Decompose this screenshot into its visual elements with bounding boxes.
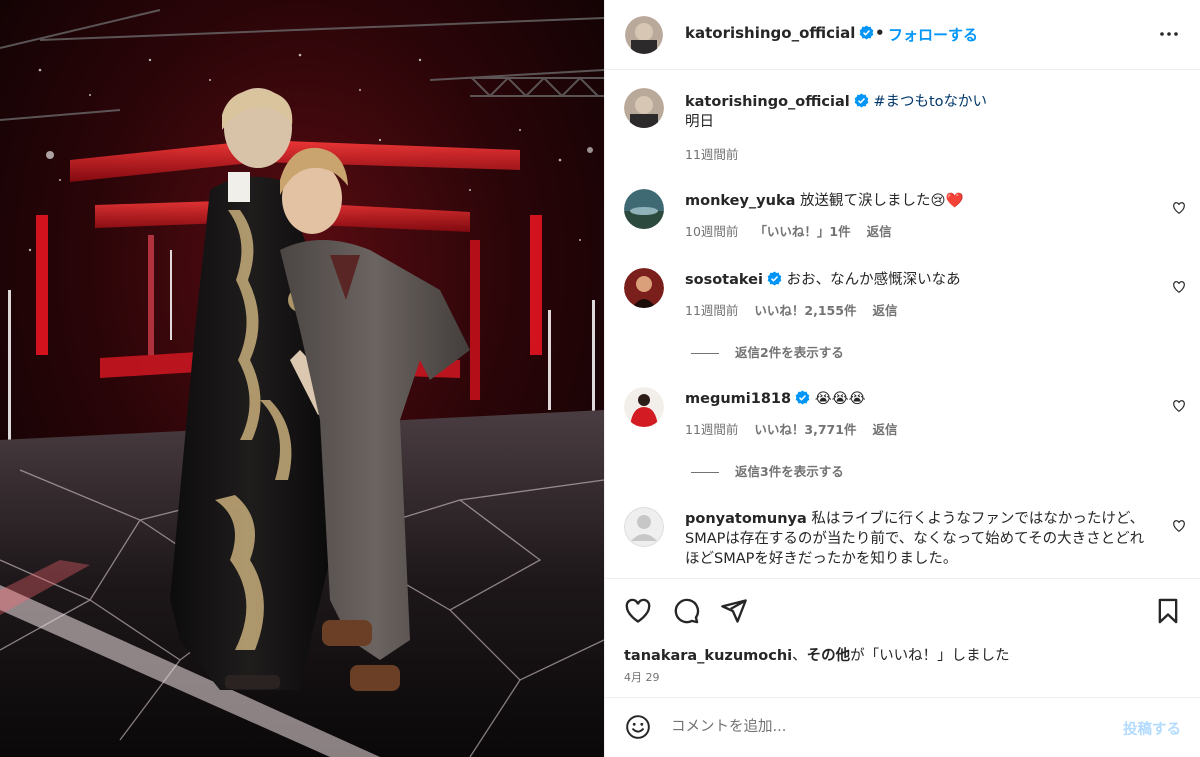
- like-heart-icon[interactable]: [624, 597, 652, 625]
- comment-meta: 11週間前 いいね！2,155件 返信: [685, 300, 913, 319]
- comment-avatar[interactable]: [624, 387, 664, 427]
- caption-avatar[interactable]: [624, 88, 664, 128]
- replies-divider-line: [691, 472, 719, 473]
- comment-likes[interactable]: 「いいね！」1件: [754, 224, 850, 239]
- post-caption: katorishingo_official #まつもtoなかい 明日 11週間前: [605, 88, 1200, 168]
- liked-by-others-link[interactable]: その他: [807, 648, 851, 664]
- share-icon[interactable]: [720, 597, 748, 625]
- view-replies-label[interactable]: 返信3件を表示する: [735, 464, 844, 479]
- comment-like-heart-icon[interactable]: [1172, 399, 1186, 413]
- comments-list[interactable]: katorishingo_official #まつもtoなかい 明日 11週間前: [605, 71, 1200, 578]
- comment-username[interactable]: megumi1818: [685, 391, 791, 407]
- author-username-text[interactable]: katorishingo_official: [685, 24, 855, 42]
- comment-avatar[interactable]: [624, 189, 664, 229]
- follow-button[interactable]: フォローする: [888, 24, 978, 45]
- header-separator: •: [875, 24, 885, 42]
- liked-by-separator: 、: [792, 648, 807, 664]
- post-actions: tanakara_kuzumochi、その他が「いいね！」しました 4月 29: [605, 578, 1200, 698]
- comment-text: 😭😭😭: [814, 391, 866, 407]
- comment-likes[interactable]: いいね！2,155件: [754, 303, 856, 318]
- comment-avatar-default[interactable]: [624, 507, 664, 547]
- view-replies-button[interactable]: 返信3件を表示する: [691, 461, 844, 480]
- liked-by-summary: tanakara_kuzumochi、その他が「いいね！」しました: [624, 644, 1010, 665]
- comment-text: 放送観て涙しました😢❤️: [800, 193, 964, 209]
- save-bookmark-icon[interactable]: [1154, 597, 1182, 625]
- comment-item: monkey_yuka 放送観て涙しました😢❤️ 10週間前 「いいね！」1件 返信: [605, 189, 1200, 249]
- emoji-icon[interactable]: [625, 714, 651, 740]
- comment-body: sosotakei おお、なんか感慨深いなあ: [685, 270, 1155, 290]
- reply-button[interactable]: 返信: [872, 303, 897, 318]
- caption-text: 明日: [685, 114, 714, 130]
- author-username[interactable]: katorishingo_official: [685, 24, 874, 42]
- post-image: [0, 0, 604, 757]
- comment-likes[interactable]: いいね！3,771件: [754, 422, 856, 437]
- comment-meta: 10週間前 「いいね！」1件 返信: [685, 221, 908, 240]
- add-comment-bar: 投稿する: [605, 697, 1200, 757]
- author-avatar[interactable]: [625, 16, 663, 54]
- post-photo[interactable]: [0, 0, 604, 757]
- comment-item: ponyatomunya 私はライブに行くようなファンではなかったけど、SMAP…: [605, 507, 1200, 578]
- post-date[interactable]: 4月 29: [624, 669, 660, 685]
- comment-username[interactable]: monkey_yuka: [685, 193, 795, 209]
- comment-time[interactable]: 10週間前: [685, 224, 738, 239]
- comment-item: megumi1818 😭😭😭 11週間前 いいね！3,771件 返信 返信3件を表示…: [605, 387, 1200, 487]
- verified-badge-icon: [860, 25, 874, 40]
- comment-time[interactable]: 11週間前: [685, 303, 738, 318]
- verified-badge-icon: [795, 390, 810, 405]
- more-options-icon[interactable]: [1157, 22, 1181, 46]
- comment-body: monkey_yuka 放送観て涙しました😢❤️: [685, 191, 1155, 211]
- reply-button[interactable]: 返信: [872, 422, 897, 437]
- liked-by-suffix: が「いいね！」しました: [850, 648, 1010, 664]
- verified-badge-icon: [854, 93, 869, 108]
- caption-meta: 11週間前: [685, 144, 754, 163]
- post-side-panel: katorishingo_official • フォローする katorishi…: [604, 0, 1200, 757]
- add-comment-input[interactable]: [671, 712, 1091, 742]
- comment-like-heart-icon[interactable]: [1172, 519, 1186, 533]
- caption-time[interactable]: 11週間前: [685, 147, 738, 162]
- view-replies-button[interactable]: 返信2件を表示する: [691, 342, 844, 361]
- comment-body: ponyatomunya 私はライブに行くようなファンではなかったけど、SMAP…: [685, 509, 1157, 569]
- comment-like-heart-icon[interactable]: [1172, 280, 1186, 294]
- caption-hashtag[interactable]: #まつもtoなかい: [873, 94, 987, 110]
- post-header: katorishingo_official • フォローする: [605, 0, 1200, 70]
- caption-username[interactable]: katorishingo_official: [685, 94, 850, 110]
- replies-divider-line: [691, 353, 719, 354]
- verified-badge-icon: [767, 271, 782, 286]
- reply-button[interactable]: 返信: [867, 224, 892, 239]
- comment-like-heart-icon[interactable]: [1172, 201, 1186, 215]
- comment-text: おお、なんか感慨深いなあ: [786, 272, 961, 288]
- post-comment-button[interactable]: 投稿する: [1123, 718, 1181, 739]
- caption-body: katorishingo_official #まつもtoなかい 明日: [685, 92, 1155, 132]
- comment-username[interactable]: ponyatomunya: [685, 511, 807, 527]
- comment-body: megumi1818 😭😭😭: [685, 389, 1155, 409]
- view-replies-label[interactable]: 返信2件を表示する: [735, 345, 844, 360]
- liked-by-username[interactable]: tanakara_kuzumochi: [624, 648, 792, 664]
- comment-meta: 11週間前 いいね！3,771件 返信: [685, 419, 913, 438]
- comment-item: sosotakei おお、なんか感慨深いなあ 11週間前 いいね！2,155件 返信…: [605, 268, 1200, 368]
- comment-icon[interactable]: [672, 597, 700, 625]
- comment-time[interactable]: 11週間前: [685, 422, 738, 437]
- comment-username[interactable]: sosotakei: [685, 272, 763, 288]
- comment-avatar[interactable]: [624, 268, 664, 308]
